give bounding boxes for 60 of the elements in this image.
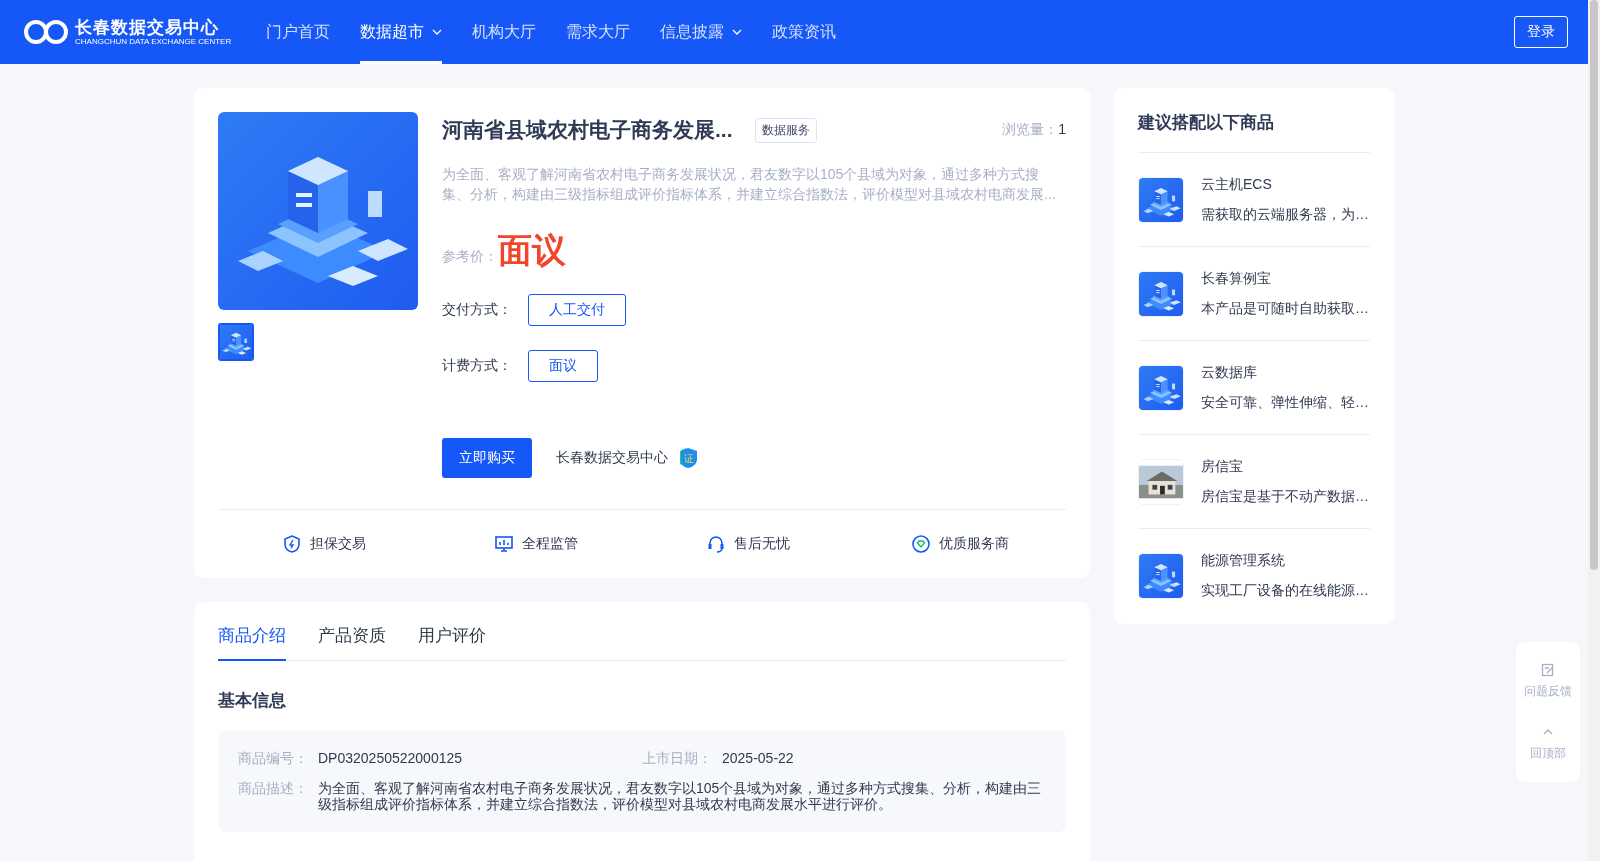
suggestion-name: 云主机ECS xyxy=(1201,175,1273,194)
nav-item[interactable]: 机构大厅 xyxy=(472,0,536,64)
option-button[interactable]: 面议 xyxy=(528,350,598,382)
price-label: 参考价： xyxy=(442,248,498,266)
buy-button[interactable]: 立即购买 xyxy=(442,438,532,478)
suggestion-item[interactable]: 云数据库 安全可靠、弹性伸缩、轻… xyxy=(1138,341,1370,435)
field-value: DP0320250522000125 xyxy=(318,750,463,768)
headset-icon xyxy=(706,534,726,555)
suggestions-title: 建议搭配以下商品 xyxy=(1138,88,1370,153)
nav-item[interactable]: 政策资讯 xyxy=(772,0,836,64)
price: 面议 xyxy=(498,230,566,270)
field-label: 商品编号： xyxy=(238,750,309,768)
suggestion-item[interactable]: 房信宝 房信宝是基于不动产数据… xyxy=(1138,435,1370,529)
option-label: 计费方式： xyxy=(442,357,513,375)
monitor-icon xyxy=(494,534,514,555)
suggestion-name: 长春算例宝 xyxy=(1201,269,1272,288)
logo-subtitle: CHANGCHUN DATA EXCHANGE CENTER xyxy=(75,36,232,46)
field-value: 为全面、客观了解河南省农村电子商务发展状况，君友数字以105个县域为对象，通过多种方式搜集、分析，构建由三级指标组成评价指标体系，并建立综合指数法，评价模型对县域农村电商发展水平进行评价。 xyxy=(318,780,1043,812)
category-tag: 数据服务 xyxy=(754,117,817,143)
nav-item[interactable]: 需求大厅 xyxy=(566,0,630,64)
option-button[interactable]: 人工交付 xyxy=(528,294,626,326)
feature-label: 售后无忧 xyxy=(734,535,790,554)
suggestion-description: 房信宝是基于不动产数据… xyxy=(1201,487,1369,506)
certified-icon: 证 xyxy=(678,447,698,469)
tab[interactable]: 商品介绍 xyxy=(218,624,286,661)
suggestion-name: 能源管理系统 xyxy=(1201,551,1286,570)
scrollbar-thumb[interactable] xyxy=(1590,0,1598,570)
feature-label: 担保交易 xyxy=(310,535,366,554)
suggestion-name: 云数据库 xyxy=(1201,363,1258,382)
tab[interactable]: 产品资质 xyxy=(318,624,386,661)
field-value: 2025-05-22 xyxy=(722,750,794,768)
suggestion-name: 房信宝 xyxy=(1201,457,1244,476)
field-label: 上市日期： xyxy=(642,750,713,768)
section-title: 基本信息 xyxy=(218,690,287,712)
suggestion-description: 实现工厂设备的在线能源… xyxy=(1201,581,1369,600)
suggestion-description: 本产品是可随时自助获取… xyxy=(1201,299,1369,318)
nav-item[interactable]: 信息披露 xyxy=(660,0,742,64)
field-label: 商品描述： xyxy=(238,780,309,798)
suggestion-description: 需获取的云端服务器，为… xyxy=(1201,205,1369,224)
suggestion-item[interactable]: 能源管理系统 实现工厂设备的在线能源… xyxy=(1138,529,1370,622)
nav-item[interactable]: 数据超市 xyxy=(360,0,442,64)
edit-icon xyxy=(1541,662,1555,677)
product-summary: 为全面、客观了解河南省农村电子商务发展状况，君友数字以105个县域为对象，通过多种方式搜集、分析，构建由三级指标组成评价指标体系，并建立综合指数法，评价模型对县域农村电商发展... xyxy=(442,165,1057,204)
feature-label: 优质服务商 xyxy=(939,535,1009,554)
nav-item[interactable]: 门户首页 xyxy=(266,0,330,64)
provider-name[interactable]: 长春数据交易中心 xyxy=(556,449,668,467)
login-button[interactable]: 登录 xyxy=(1514,16,1568,48)
view-count: 浏览量：1 xyxy=(1002,121,1066,139)
suggestion-item[interactable]: 长春算例宝 本产品是可随时自助获取… xyxy=(1138,247,1370,341)
option-label: 交付方式： xyxy=(442,301,513,319)
tab[interactable]: 用户评价 xyxy=(418,624,486,661)
product-title: 河南省县域农村电子商务发展... xyxy=(442,117,733,143)
shield-icon xyxy=(282,534,302,555)
logo-title: 长春数据交易中心 xyxy=(75,18,220,37)
logo-icon xyxy=(23,19,69,45)
thumbnail[interactable] xyxy=(218,323,254,361)
badge-icon xyxy=(911,534,931,555)
suggestion-item[interactable]: 云主机ECS 需获取的云端服务器，为… xyxy=(1138,153,1370,247)
feature-label: 全程监管 xyxy=(522,535,578,554)
suggestion-description: 安全可靠、弹性伸缩、轻… xyxy=(1201,393,1369,412)
